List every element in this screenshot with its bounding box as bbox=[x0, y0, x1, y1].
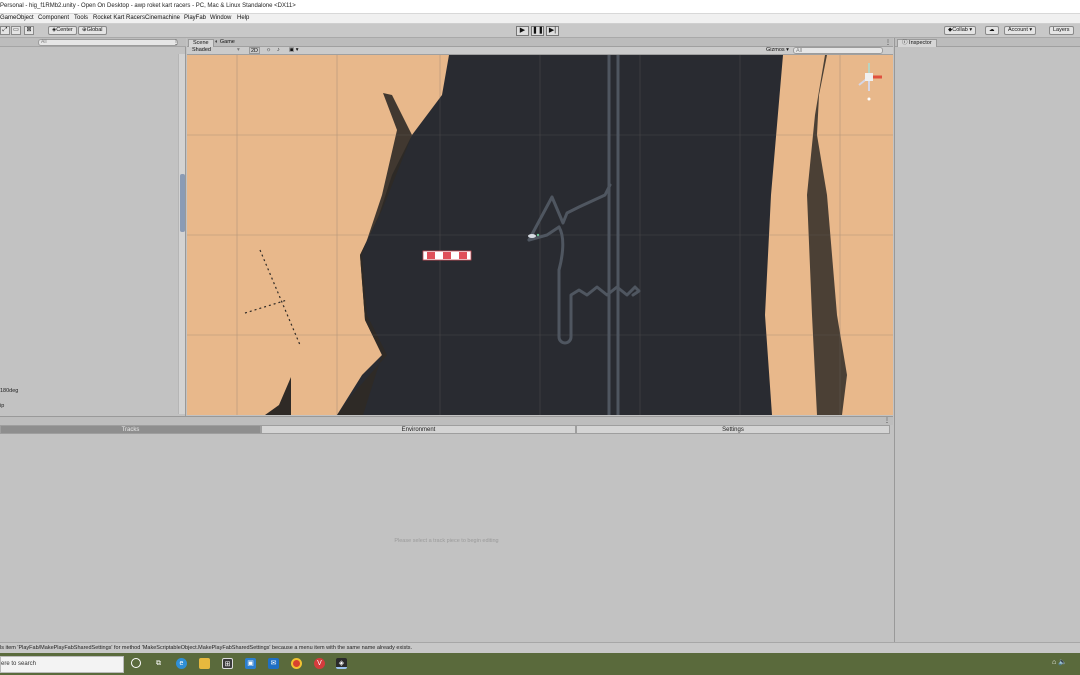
panel-menu-icon[interactable]: ⋮ bbox=[885, 39, 891, 46]
menu-component[interactable]: Component bbox=[38, 15, 69, 21]
cloud-button[interactable]: ☁ bbox=[985, 26, 999, 35]
panel-divider: ⋮ bbox=[0, 416, 893, 425]
unity-icon[interactable]: ◈ bbox=[336, 658, 347, 669]
scale-tool-icon[interactable]: ⤢ bbox=[0, 26, 10, 35]
track-empty-message: Please select a track piece to begin edi… bbox=[394, 538, 499, 544]
system-tray[interactable]: ⌂ 🔈 bbox=[1052, 658, 1080, 670]
hierarchy-header: All ⋮ bbox=[0, 38, 186, 47]
mail-icon[interactable]: ✉ bbox=[268, 658, 279, 669]
hierarchy-item[interactable]: ip bbox=[0, 403, 4, 409]
panel-menu-icon[interactable]: ⋮ bbox=[173, 39, 179, 46]
chrome-icon[interactable] bbox=[291, 658, 302, 669]
account-dropdown[interactable]: Account ▾ bbox=[1004, 26, 1037, 35]
collab-dropdown[interactable]: ◆Collab ▾ bbox=[944, 26, 977, 35]
edge-icon[interactable]: e bbox=[176, 658, 187, 669]
console-message: ls item 'PlayFab/MakePlayFabSharedSettin… bbox=[0, 645, 413, 651]
panel-menu-icon[interactable]: ⋮ bbox=[884, 417, 890, 424]
shading-dropdown-arrow-icon[interactable]: ▾ bbox=[237, 47, 240, 54]
tab-settings[interactable]: Settings bbox=[576, 425, 890, 434]
game-icon: ◐ bbox=[215, 39, 219, 45]
window-title: Personal - hig_f1RMb2.unity - Open On De… bbox=[0, 3, 296, 9]
spawn-point bbox=[536, 233, 540, 237]
vivaldi-icon[interactable]: V bbox=[314, 658, 325, 669]
main-toolbar: ⤢ ▭ ⊠ ◈Center ⊕Global ▶ ❚❚ ▶| ◆Collab ▾ … bbox=[0, 24, 1080, 38]
play-button[interactable]: ▶ bbox=[516, 26, 529, 36]
tab-inspector[interactable]: ⓘ Inspector bbox=[897, 39, 937, 47]
kart-marker[interactable] bbox=[528, 234, 536, 238]
tab-scene[interactable]: Scene bbox=[188, 39, 214, 47]
window-titlebar: Personal - hig_f1RMb2.unity - Open On De… bbox=[0, 0, 1080, 14]
scene-toolbar: Shaded ▾ 2D ☼ ♪ ▣ ▾ Gizmos ▾ All bbox=[187, 47, 893, 55]
lighting-toggle-icon[interactable]: ☼ bbox=[266, 47, 271, 54]
rect-tool-icon[interactable]: ▭ bbox=[11, 26, 21, 35]
tab-game[interactable]: ◐ Game bbox=[211, 39, 239, 47]
hierarchy-panel: All ⋮ 180deg ip bbox=[0, 38, 186, 416]
tab-tracks[interactable]: Tracks bbox=[0, 425, 261, 434]
pivot-center-button[interactable]: ◈Center bbox=[48, 26, 77, 35]
scene-viewport[interactable] bbox=[187, 55, 893, 415]
toggle-2d-button[interactable]: 2D bbox=[249, 47, 261, 54]
console-status-bar[interactable]: ls item 'PlayFab/MakePlayFabSharedSettin… bbox=[0, 642, 1080, 653]
menu-gameobject[interactable]: GameObject bbox=[0, 15, 34, 21]
photos-icon[interactable]: ▣ bbox=[245, 658, 256, 669]
gizmos-dropdown[interactable]: Gizmos ▾ bbox=[766, 47, 789, 54]
file-explorer-icon[interactable] bbox=[199, 658, 210, 669]
transform-tool-icon[interactable]: ⊠ bbox=[24, 26, 34, 35]
inspector-panel: ⓘ Inspector bbox=[894, 38, 1080, 642]
effects-toggle-icon[interactable]: ▣ ▾ bbox=[289, 47, 299, 54]
shading-mode-dropdown[interactable]: Shaded bbox=[192, 47, 211, 54]
menu-tools[interactable]: Tools bbox=[74, 15, 88, 21]
pivot-global-button[interactable]: ⊕Global bbox=[78, 26, 107, 35]
cloud-icon: ☁ bbox=[989, 27, 995, 33]
step-button[interactable]: ▶| bbox=[546, 26, 559, 36]
menu-rocket-kart-racers[interactable]: Rocket Kart Racers bbox=[93, 15, 145, 21]
scene-canvas[interactable] bbox=[187, 55, 893, 415]
pause-button[interactable]: ❚❚ bbox=[531, 26, 544, 36]
menu-bar: GameObject Component Tools Rocket Kart R… bbox=[0, 14, 1080, 24]
task-view-icon[interactable]: ⧉ bbox=[153, 658, 164, 669]
hierarchy-scrollbar[interactable] bbox=[178, 54, 185, 414]
tab-environment[interactable]: Environment bbox=[261, 425, 576, 434]
scene-search-input[interactable]: All bbox=[793, 47, 883, 54]
menu-cinemachine[interactable]: Cinemachine bbox=[145, 15, 180, 21]
menu-help[interactable]: Help bbox=[237, 15, 249, 21]
volume-icon[interactable]: 🔈 bbox=[1058, 659, 1067, 666]
menu-playfab[interactable]: PlayFab bbox=[184, 15, 206, 21]
audio-toggle-icon[interactable]: ♪ bbox=[277, 47, 280, 54]
network-icon[interactable]: ⌂ bbox=[1052, 659, 1056, 666]
hierarchy-scroll-thumb[interactable] bbox=[180, 174, 185, 232]
track-editor-panel: Please select a track piece to begin edi… bbox=[0, 434, 893, 642]
layers-dropdown[interactable]: Layers bbox=[1049, 26, 1074, 35]
start-barrier[interactable] bbox=[422, 250, 472, 261]
hierarchy-item[interactable]: 180deg bbox=[0, 388, 18, 394]
track-editor-tabs: Tracks Environment Settings bbox=[0, 425, 890, 434]
cortana-icon[interactable] bbox=[131, 658, 141, 668]
menu-window[interactable]: Window bbox=[210, 15, 231, 21]
store-icon[interactable]: ⊞ bbox=[222, 658, 233, 669]
os-taskbar: ere to search ⧉ e ⊞ ▣ ✉ V ◈ ⌂ 🔈 bbox=[0, 653, 1080, 675]
hierarchy-search-input[interactable]: All bbox=[38, 39, 178, 46]
inspector-tab-bar: ⓘ Inspector bbox=[895, 38, 1080, 47]
scene-tab-bar: Scene ◐ Game ⋮ bbox=[187, 38, 893, 47]
info-icon: ⓘ bbox=[902, 40, 908, 46]
taskbar-search-input[interactable]: ere to search bbox=[0, 656, 124, 673]
